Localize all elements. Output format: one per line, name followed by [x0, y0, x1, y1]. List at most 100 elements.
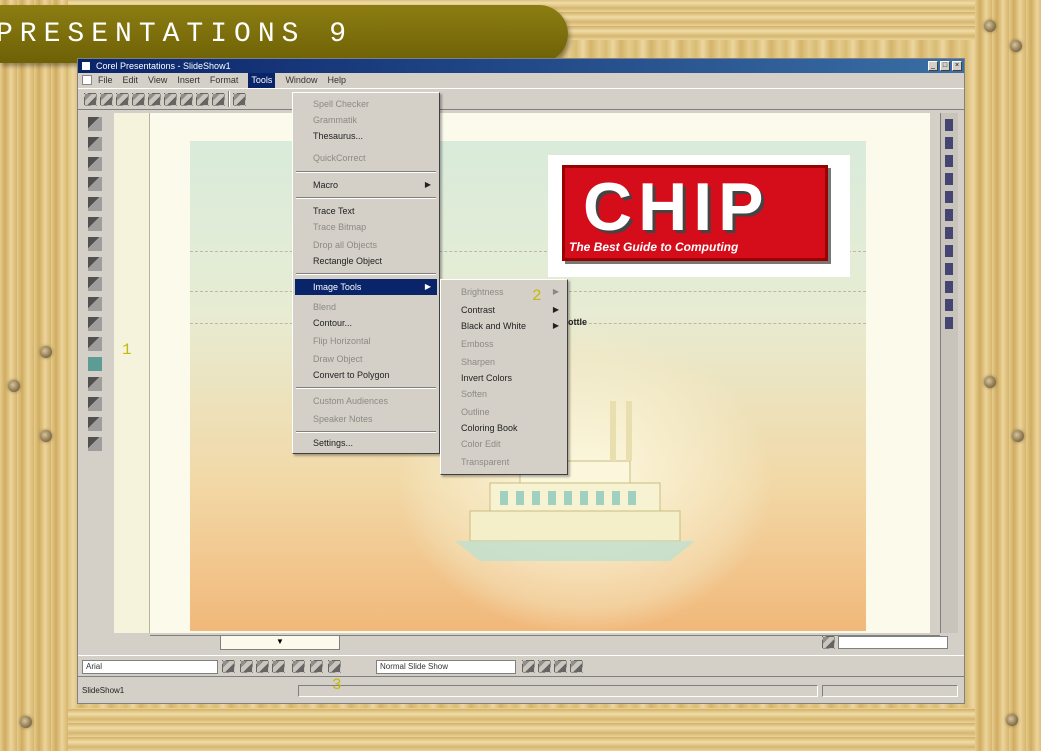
- cut-icon[interactable]: [148, 92, 161, 106]
- menu-item-blend[interactable]: Blend: [295, 299, 437, 315]
- submenu-item-transparent[interactable]: Transparent: [443, 454, 565, 470]
- submenu-item-outline[interactable]: Outline: [443, 404, 565, 420]
- maximize-button[interactable]: □: [940, 61, 950, 71]
- submenu-item-emboss[interactable]: Emboss: [443, 336, 565, 352]
- menu-item-draw-object[interactable]: Draw Object: [295, 351, 437, 367]
- bold-icon[interactable]: [240, 660, 253, 673]
- close-button[interactable]: ×: [952, 61, 962, 71]
- callout-icon[interactable]: [88, 337, 102, 351]
- layout-icon[interactable]: [522, 660, 535, 673]
- menu-item-trace-text[interactable]: Trace Text: [295, 203, 437, 219]
- slide-icon[interactable]: [233, 92, 246, 106]
- undo-icon[interactable]: [196, 92, 209, 106]
- view-icon[interactable]: [945, 317, 953, 329]
- submenu-item-invert-colors[interactable]: Invert Colors: [443, 370, 565, 386]
- save-icon[interactable]: [116, 92, 129, 106]
- slide-tab[interactable]: ▼: [220, 636, 340, 650]
- open-icon[interactable]: [100, 92, 113, 106]
- menu-insert[interactable]: Insert: [177, 73, 200, 88]
- menu-item-contour[interactable]: Contour...: [295, 315, 437, 331]
- menu-format[interactable]: Format: [210, 73, 239, 88]
- view-icon[interactable]: [945, 137, 953, 149]
- menu-item-spell-checker[interactable]: Spell Checker: [295, 96, 437, 112]
- view-icon[interactable]: [945, 263, 953, 275]
- menu-item-quickcorrect[interactable]: QuickCorrect: [295, 150, 437, 166]
- view-icon[interactable]: [945, 299, 953, 311]
- slide-subtitle-text[interactable]: ottle: [568, 317, 587, 327]
- menu-item-speaker-notes[interactable]: Speaker Notes: [295, 411, 437, 427]
- layout-icon[interactable]: [538, 660, 551, 673]
- pattern-icon[interactable]: [88, 417, 102, 431]
- menu-file[interactable]: File: [98, 73, 113, 88]
- view-icon[interactable]: [945, 209, 953, 221]
- shape-icon[interactable]: [88, 257, 102, 271]
- arrow-shape-icon[interactable]: [88, 317, 102, 331]
- menu-view[interactable]: View: [148, 73, 167, 88]
- italic-icon[interactable]: [256, 660, 269, 673]
- menu-item-custom-audiences[interactable]: Custom Audiences: [295, 393, 437, 409]
- horizontal-scrollbar[interactable]: ▼: [150, 635, 948, 650]
- menu-help[interactable]: Help: [327, 73, 346, 88]
- layout-icon[interactable]: [554, 660, 567, 673]
- submenu-item-black-white[interactable]: Black and White ▶: [443, 318, 565, 334]
- view-icon[interactable]: [945, 245, 953, 257]
- paste-icon[interactable]: [180, 92, 193, 106]
- star-icon[interactable]: [88, 297, 102, 311]
- menu-item-macro[interactable]: Macro ▶: [295, 177, 437, 193]
- org-chart-icon[interactable]: [88, 157, 102, 171]
- submenu-item-sharpen[interactable]: Sharpen: [443, 354, 565, 370]
- menu-item-image-tools[interactable]: Image Tools ▶: [295, 279, 437, 295]
- menu-item-rectangle-object[interactable]: Rectangle Object: [295, 253, 437, 269]
- zoom-icon[interactable]: [88, 397, 102, 411]
- line-color-icon[interactable]: [88, 377, 102, 391]
- view-icon[interactable]: [945, 281, 953, 293]
- text-icon[interactable]: [88, 197, 102, 211]
- view-icon[interactable]: [945, 119, 953, 131]
- zoom-select[interactable]: [838, 635, 948, 649]
- ellipse-icon[interactable]: [88, 277, 102, 291]
- menu-item-convert-polygon[interactable]: Convert to Polygon: [295, 367, 437, 383]
- view-icon[interactable]: [945, 155, 953, 167]
- pen-icon[interactable]: [88, 177, 102, 191]
- underline-icon[interactable]: [272, 660, 285, 673]
- chip-logo[interactable]: CHIP The Best Guide to Computing: [548, 155, 850, 277]
- zoom-icon[interactable]: [822, 635, 835, 649]
- bullet-icon[interactable]: [310, 660, 323, 673]
- align-icon[interactable]: [292, 660, 305, 673]
- copy-icon[interactable]: [164, 92, 177, 106]
- new-icon[interactable]: [84, 92, 97, 106]
- pointer-icon[interactable]: [88, 437, 102, 451]
- submenu-item-coloring-book[interactable]: Coloring Book: [443, 420, 565, 436]
- submenu-item-brightness[interactable]: Brightness ▶: [443, 284, 565, 300]
- chart-icon[interactable]: [88, 137, 102, 151]
- view-icon[interactable]: [945, 173, 953, 185]
- menu-item-flip[interactable]: Flip Horizontal: [295, 333, 437, 349]
- menu-item-grammatik[interactable]: Grammatik: [295, 112, 437, 128]
- menu-item-trace-bitmap[interactable]: Trace Bitmap: [295, 219, 437, 235]
- color-icon[interactable]: [328, 660, 341, 673]
- rectangle-icon[interactable]: [88, 237, 102, 251]
- submenu-item-contrast[interactable]: Contrast ▶: [443, 302, 565, 318]
- menu-window[interactable]: Window: [285, 73, 317, 88]
- view-icon[interactable]: [945, 191, 953, 203]
- submenu-item-color-edit[interactable]: Color Edit: [443, 436, 565, 452]
- minimize-button[interactable]: _: [928, 61, 938, 71]
- fill-color-icon[interactable]: [88, 357, 102, 371]
- style-select[interactable]: Normal Slide Show: [376, 660, 516, 674]
- view-icon[interactable]: [945, 227, 953, 239]
- line-icon[interactable]: [88, 217, 102, 231]
- redo-icon[interactable]: [212, 92, 225, 106]
- menu-item-drop-objects[interactable]: Drop all Objects: [295, 237, 437, 253]
- font-select[interactable]: Arial: [82, 660, 218, 674]
- logo-word: CHIP: [583, 169, 770, 245]
- menu-edit[interactable]: Edit: [123, 73, 139, 88]
- menu-item-thesaurus[interactable]: Thesaurus...: [295, 128, 437, 144]
- document-icon[interactable]: [82, 75, 92, 85]
- menu-item-settings[interactable]: Settings...: [295, 435, 437, 451]
- layout-icon[interactable]: [570, 660, 583, 673]
- submenu-item-soften[interactable]: Soften: [443, 386, 565, 402]
- select-arrow-icon[interactable]: [88, 117, 102, 131]
- menu-tools[interactable]: Tools: [248, 73, 276, 88]
- print-icon[interactable]: [132, 92, 145, 106]
- font-dropdown-icon[interactable]: [222, 660, 235, 673]
